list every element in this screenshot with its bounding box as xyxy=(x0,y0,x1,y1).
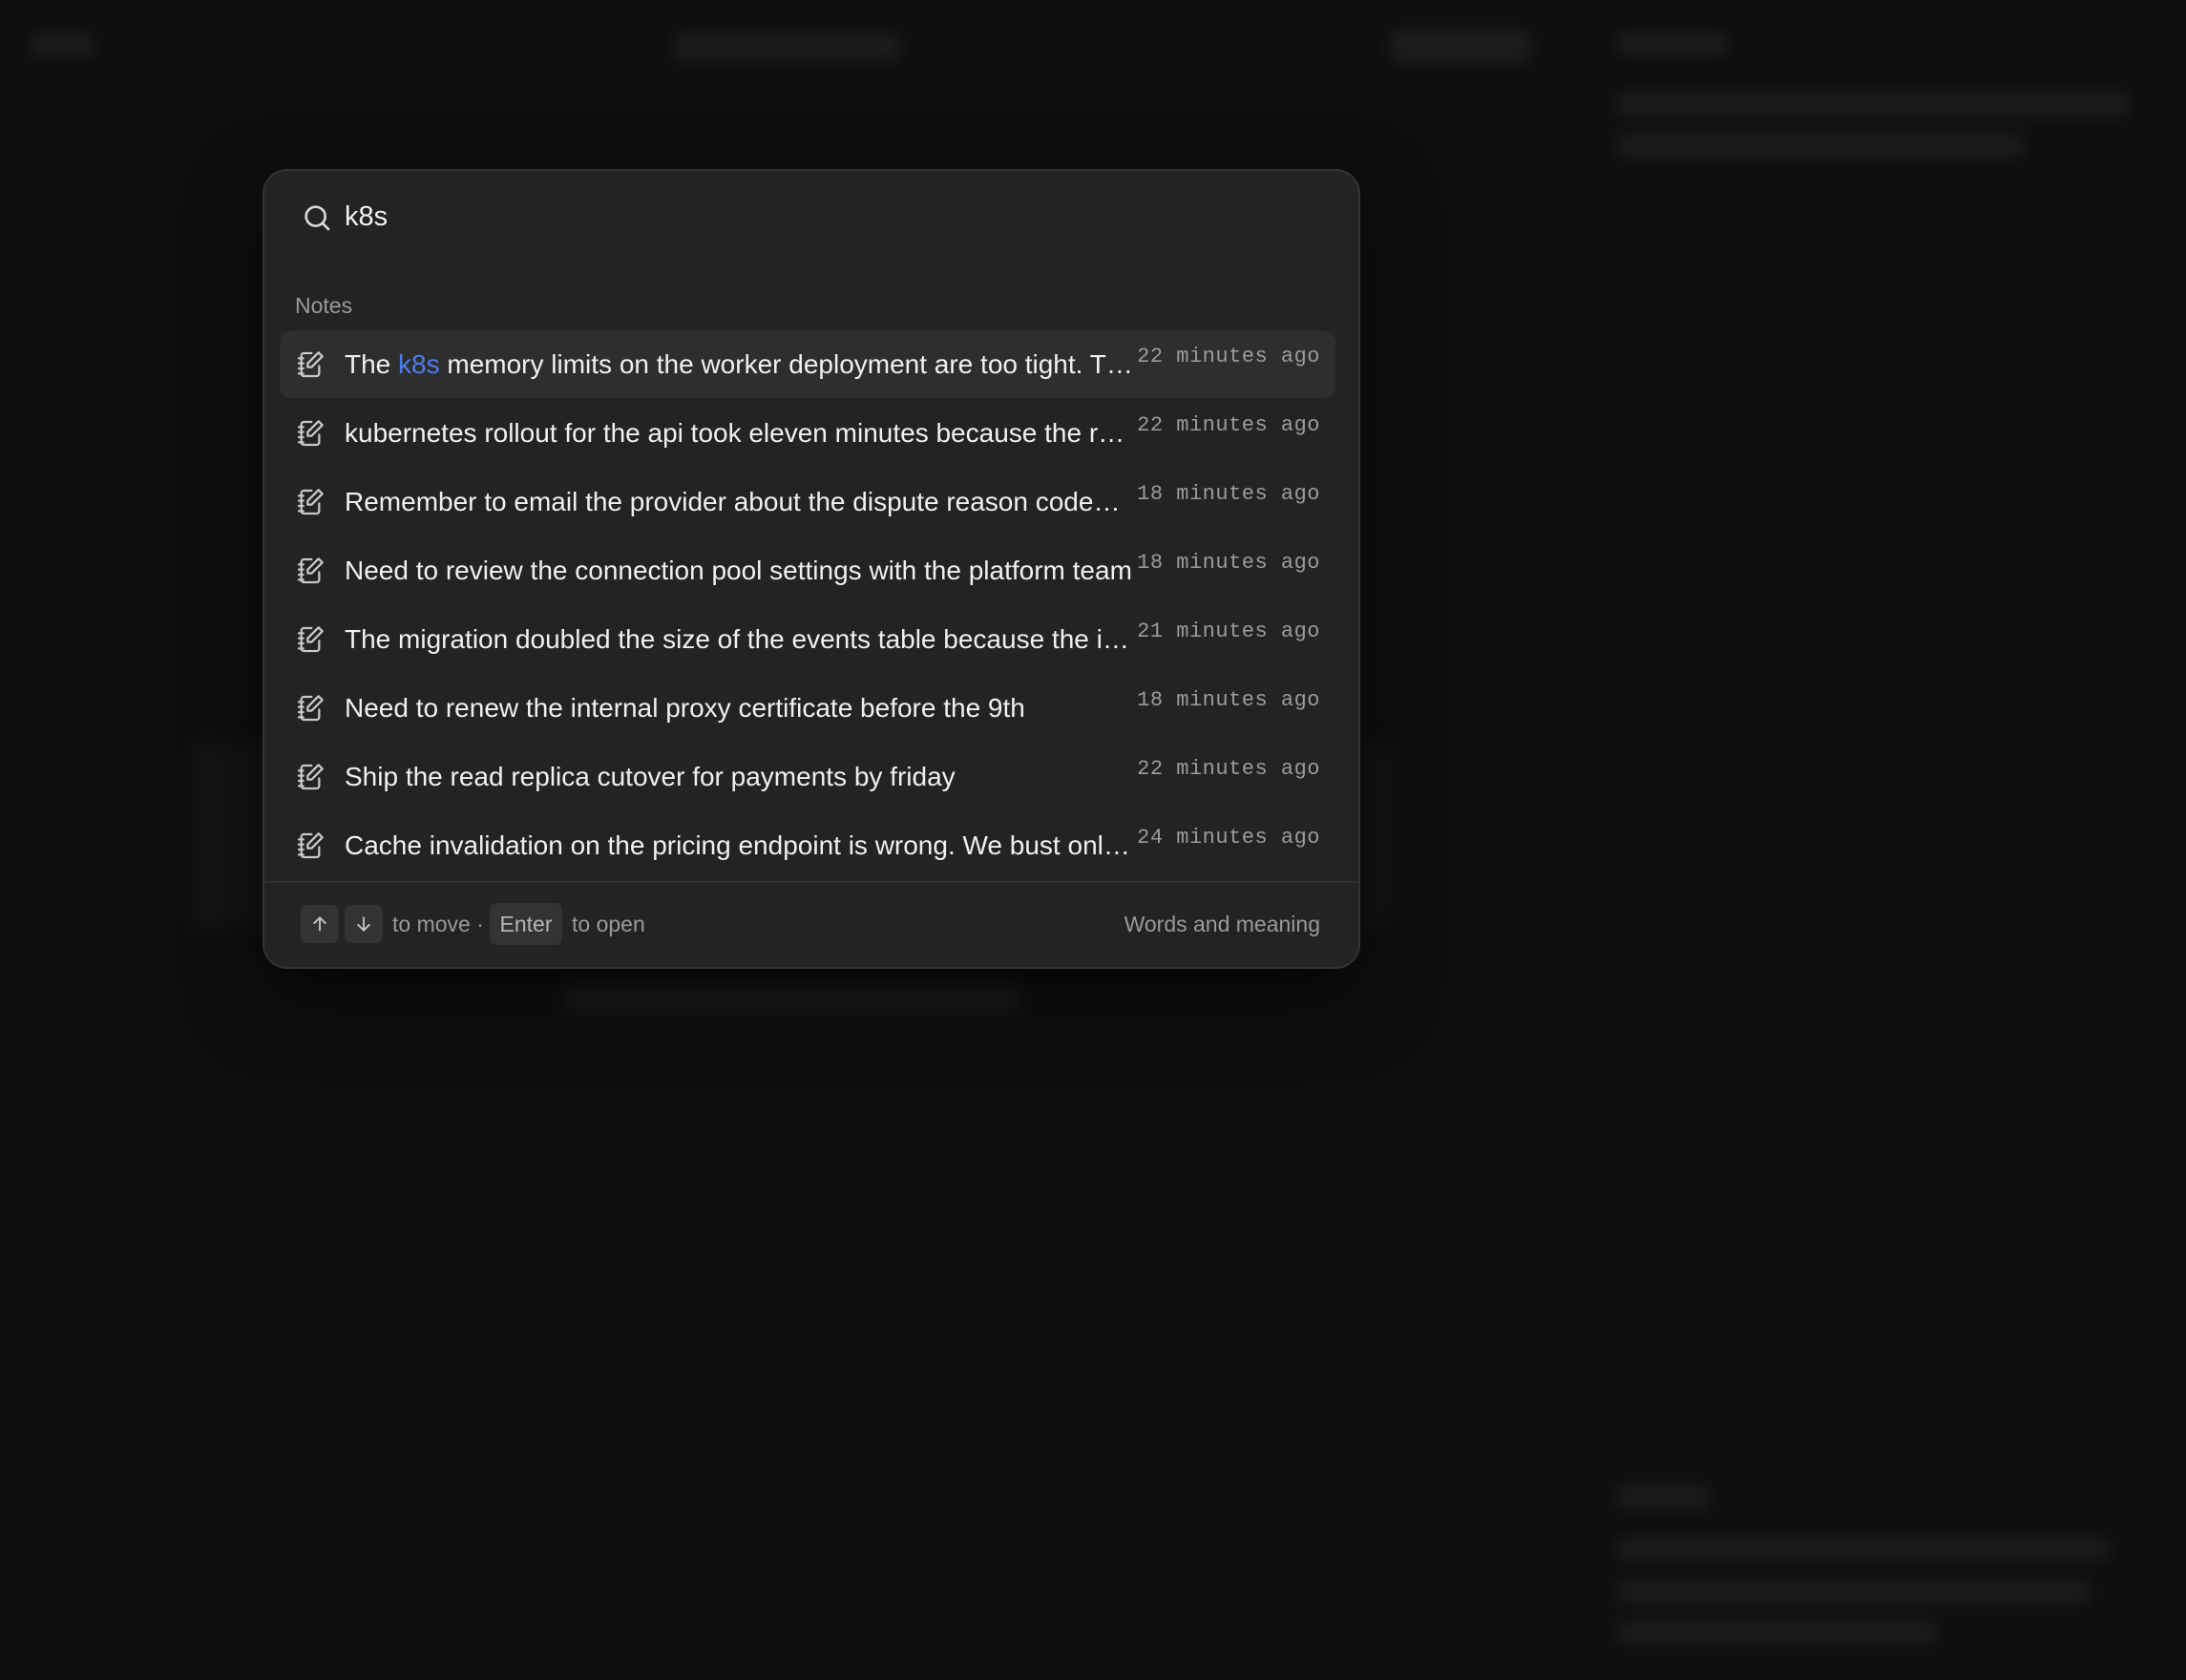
result-item[interactable]: Ship the read replica cutover for paymen… xyxy=(280,744,1335,810)
result-timestamp: 21 minutes ago xyxy=(1137,620,1320,643)
result-title-text: The xyxy=(345,349,399,379)
bg-side-footer-line-2 xyxy=(1615,1580,2092,1603)
note-edit-icon xyxy=(297,420,324,447)
results-list: The k8s memory limits on the worker depl… xyxy=(280,331,1335,881)
search-bar xyxy=(264,171,1358,262)
bg-side-footer-heading xyxy=(1615,1484,1711,1509)
result-title: kubernetes rollout for the api took elev… xyxy=(345,418,1133,449)
result-item[interactable]: Need to renew the internal proxy certifi… xyxy=(280,675,1335,742)
result-title-text: Need to review the connection pool setti… xyxy=(345,556,1132,585)
bg-side-panel xyxy=(1585,0,2186,1680)
result-title-text: kubernetes rollout for the api took elev… xyxy=(345,418,1133,448)
result-title-rest: memory limits on the worker deployment a… xyxy=(447,349,1133,379)
search-input[interactable] xyxy=(345,192,1299,242)
result-title-text: Need to renew the internal proxy certifi… xyxy=(345,693,1025,723)
result-title: Need to review the connection pool setti… xyxy=(345,556,1133,586)
result-timestamp: 18 minutes ago xyxy=(1137,551,1320,575)
result-item[interactable]: Need to review the connection pool setti… xyxy=(280,537,1335,604)
key-up xyxy=(301,905,339,943)
result-timestamp: 18 minutes ago xyxy=(1137,688,1320,712)
search-mode-toggle[interactable]: Words and meaning xyxy=(1125,912,1320,937)
result-item[interactable]: kubernetes rollout for the api took elev… xyxy=(280,400,1335,467)
result-title-text: The migration doubled the size of the ev… xyxy=(345,624,1133,654)
bg-hint-row xyxy=(563,983,1021,1012)
bg-side-line-2 xyxy=(1615,134,2026,158)
arrow-down-icon xyxy=(357,916,370,932)
result-title: Need to renew the internal proxy certifi… xyxy=(345,693,1133,724)
result-item[interactable]: The migration doubled the size of the ev… xyxy=(280,606,1335,673)
key-down xyxy=(345,905,383,943)
result-title-text: Ship the read replica cutover for paymen… xyxy=(345,762,956,791)
bg-side-footer-line-3 xyxy=(1615,1621,1940,1644)
result-title: Remember to email the provider about the… xyxy=(345,487,1133,517)
result-timestamp: 22 minutes ago xyxy=(1137,757,1320,781)
bg-top-title xyxy=(673,32,902,61)
arrow-up-icon xyxy=(313,916,326,932)
result-title-text: Remember to email the provider about the… xyxy=(345,487,1133,516)
search-icon xyxy=(305,205,330,231)
note-edit-icon xyxy=(297,764,324,790)
note-edit-icon xyxy=(297,351,324,378)
move-hint: to move · xyxy=(392,912,484,936)
result-title: Cache invalidation on the pricing endpoi… xyxy=(345,830,1133,861)
result-timestamp: 22 minutes ago xyxy=(1137,345,1320,368)
section-label-notes: Notes xyxy=(295,293,353,318)
result-timestamp: 24 minutes ago xyxy=(1137,826,1320,850)
note-edit-icon xyxy=(297,626,324,653)
result-timestamp: 18 minutes ago xyxy=(1137,482,1320,506)
result-item[interactable]: The k8s memory limits on the worker depl… xyxy=(280,331,1335,398)
result-match: k8s xyxy=(398,349,440,379)
result-title: The migration doubled the size of the ev… xyxy=(345,624,1133,655)
result-title: The k8s memory limits on the worker depl… xyxy=(345,349,1133,380)
note-edit-icon xyxy=(297,489,324,515)
bg-top-right-button xyxy=(1389,29,1532,63)
note-edit-icon xyxy=(297,695,324,722)
key-enter: Enter xyxy=(490,903,562,945)
bg-side-heading xyxy=(1615,32,1730,55)
result-item[interactable]: Remember to email the provider about the… xyxy=(280,469,1335,536)
result-title-text: Cache invalidation on the pricing endpoi… xyxy=(345,830,1133,860)
palette-footer: to move · Enter to open Words and meanin… xyxy=(264,881,1358,967)
open-hint: to open xyxy=(572,912,645,936)
result-title: Ship the read replica cutover for paymen… xyxy=(345,762,1133,792)
note-edit-icon xyxy=(297,557,324,584)
note-edit-icon xyxy=(297,832,324,859)
result-item[interactable]: Cache invalidation on the pricing endpoi… xyxy=(280,812,1335,879)
result-timestamp: 22 minutes ago xyxy=(1137,413,1320,437)
bg-side-footer-line-1 xyxy=(1615,1537,2112,1560)
bg-side-line-1 xyxy=(1615,92,2131,116)
search-palette: Notes The k8s memory limits on the worke… xyxy=(263,169,1360,969)
bg-top-left-label xyxy=(29,32,95,57)
